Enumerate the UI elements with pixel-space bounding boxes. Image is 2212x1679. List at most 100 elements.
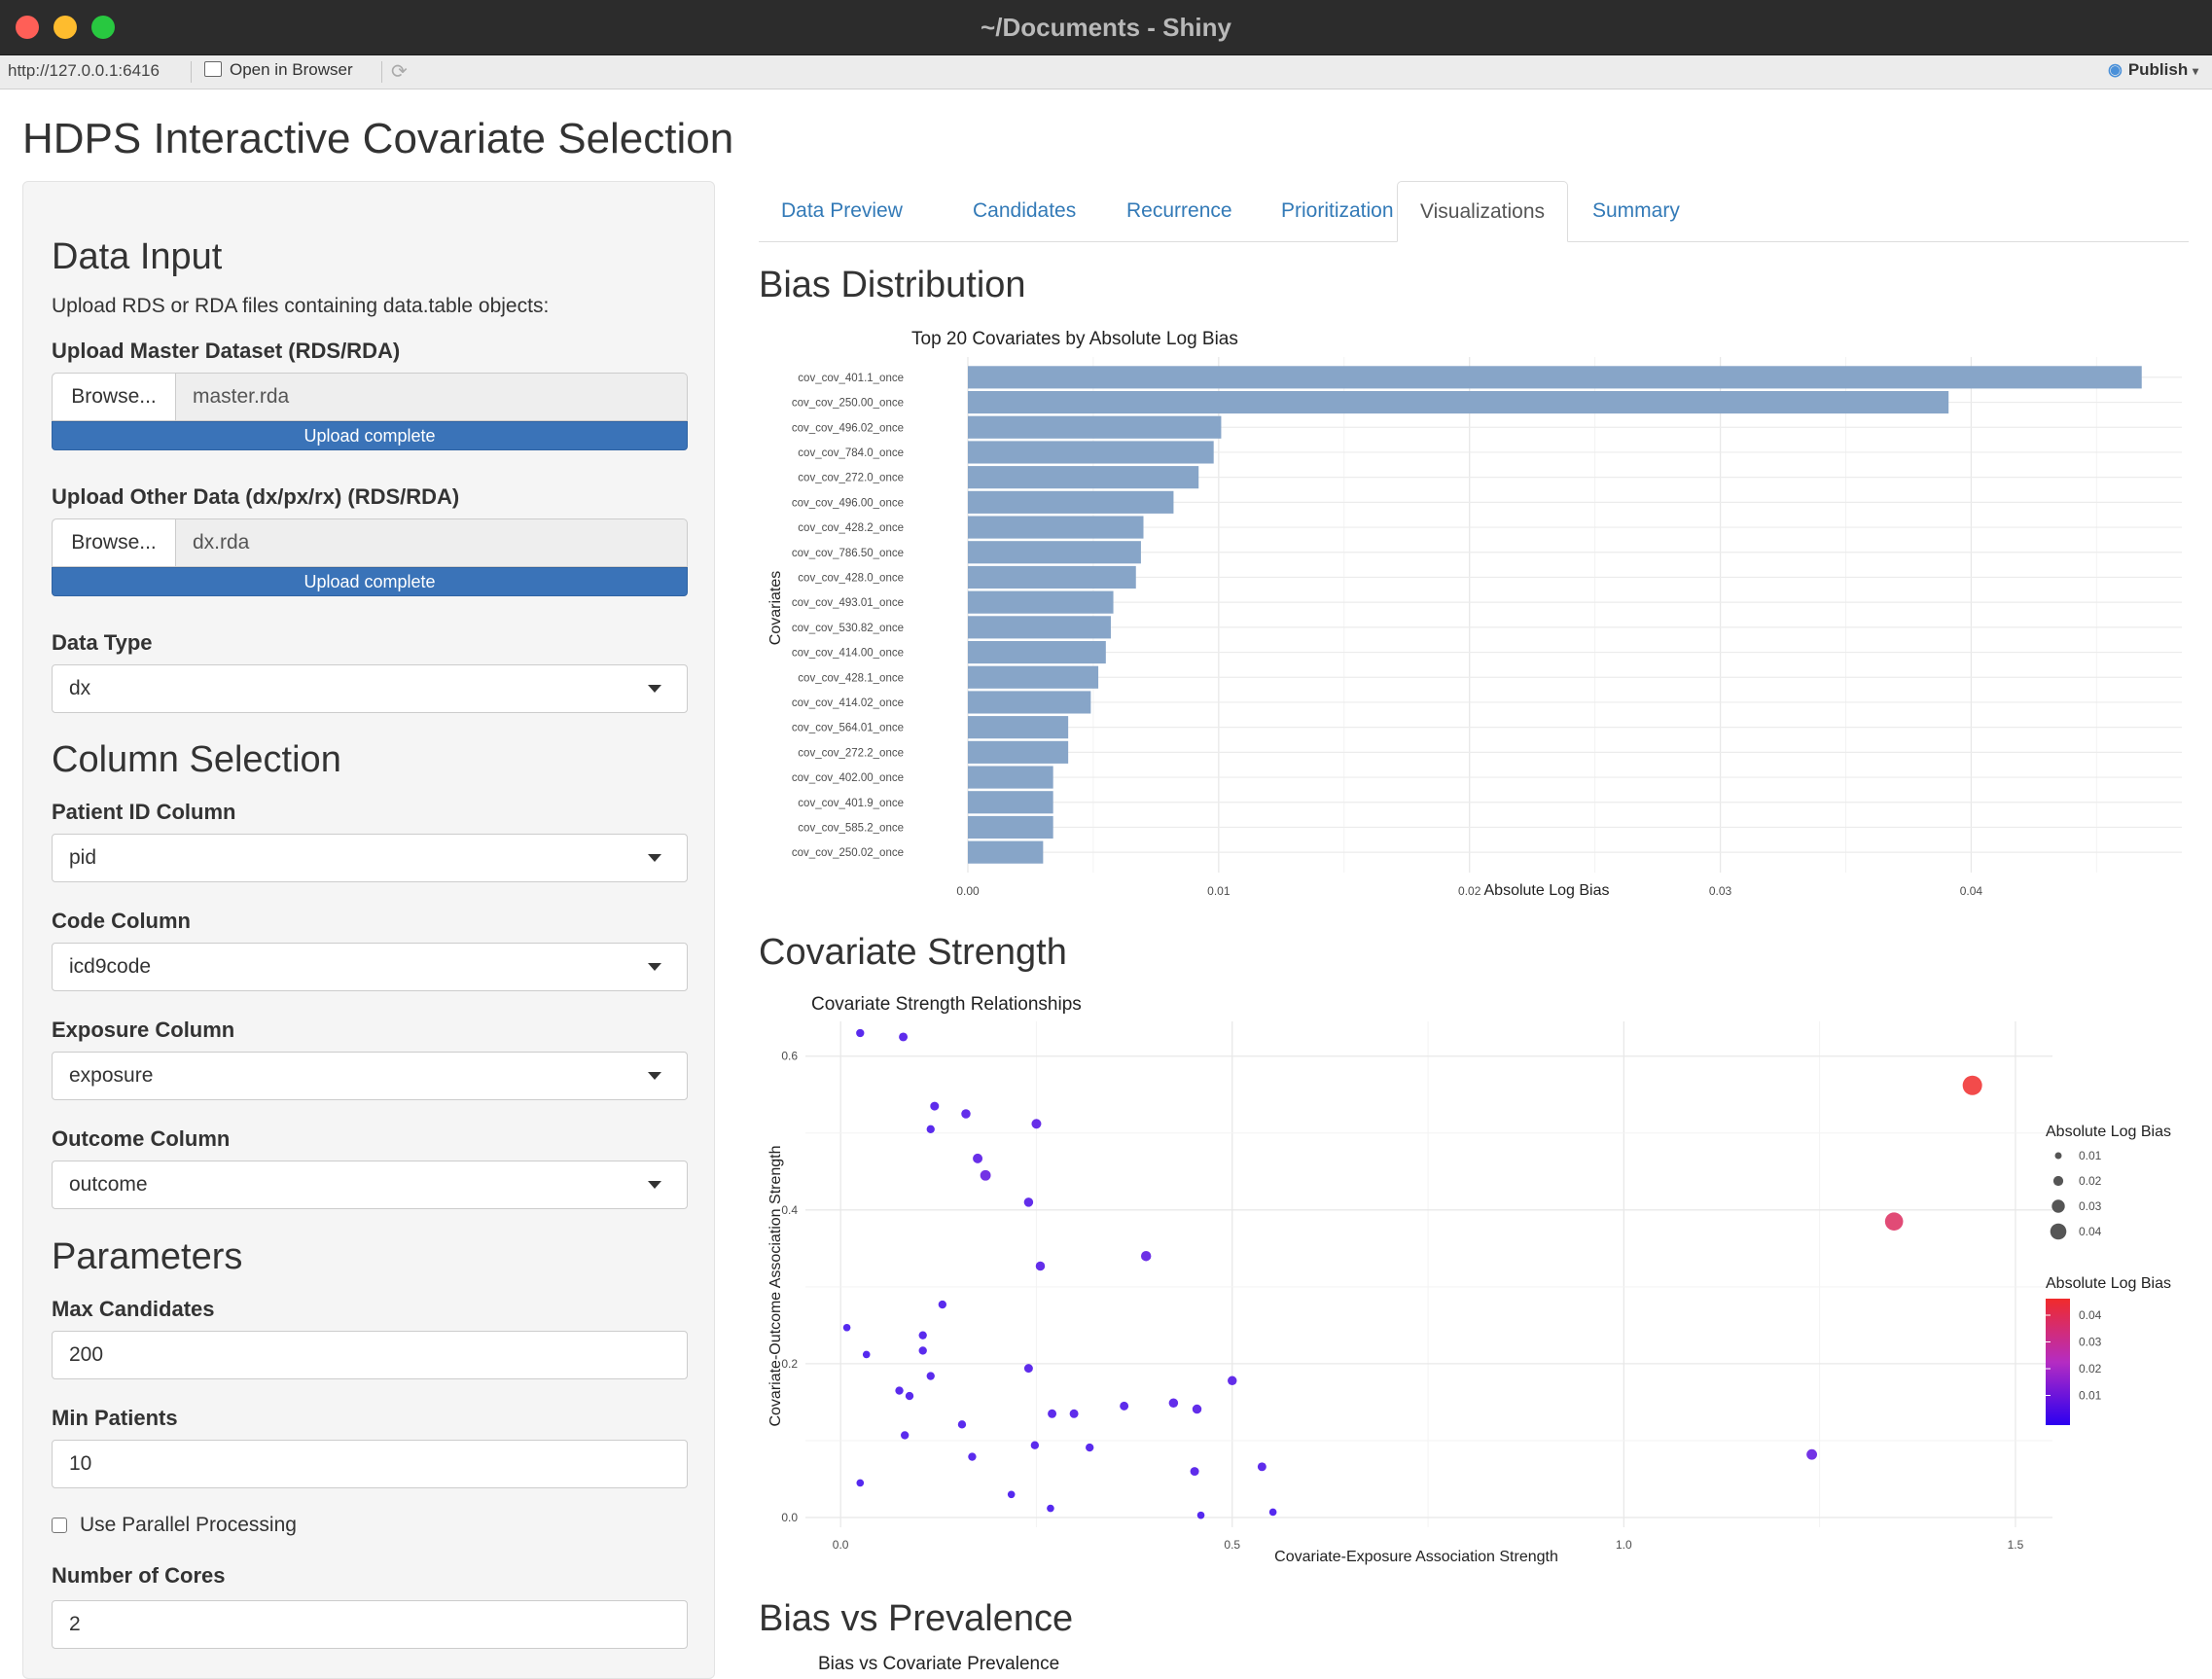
scatter-chart-xlabel: Covariate-Exposure Association Strength bbox=[1274, 1549, 1558, 1565]
tab-summary[interactable]: Summary bbox=[1570, 181, 1702, 241]
code-column-select[interactable]: icd9code bbox=[52, 943, 688, 991]
min-patients-input[interactable]: 10 bbox=[52, 1440, 688, 1488]
scatter-point bbox=[926, 1372, 935, 1380]
scatter-point bbox=[938, 1300, 947, 1309]
tab-visualizations[interactable]: Visualizations bbox=[1397, 181, 1569, 242]
size-legend-title: Absolute Log Bias bbox=[2046, 1124, 2171, 1140]
bar-category-label: cov_cov_401.9_once bbox=[798, 798, 904, 809]
chevron-down-icon bbox=[648, 685, 661, 693]
scatter-point bbox=[1047, 1504, 1054, 1513]
bar-category-label: cov_cov_250.02_once bbox=[792, 847, 904, 859]
parallel-label[interactable]: Use Parallel Processing bbox=[80, 1514, 297, 1537]
scatter-point bbox=[1806, 1448, 1818, 1460]
bar-category-label: cov_cov_250.00_once bbox=[792, 398, 904, 410]
bar-chart-ylabel: Covariates bbox=[767, 571, 784, 645]
scatter-point bbox=[918, 1346, 927, 1355]
color-legend-label: 0.01 bbox=[2079, 1389, 2102, 1403]
bar-chart-title: Top 20 Covariates by Absolute Log Bias bbox=[911, 329, 1238, 349]
tab-candidates[interactable]: Candidates bbox=[950, 181, 1098, 241]
bar bbox=[968, 466, 1199, 489]
bar-x-tick-label: 0.00 bbox=[956, 884, 980, 898]
bias-distribution-heading: Bias Distribution bbox=[759, 265, 1026, 305]
scatter-point bbox=[1884, 1212, 1904, 1231]
scatter-point bbox=[1140, 1251, 1152, 1262]
patient-id-select[interactable]: pid bbox=[52, 834, 688, 882]
scatter-x-tick-label: 0.5 bbox=[1224, 1538, 1240, 1552]
scatter-point bbox=[957, 1420, 967, 1429]
bar-chart-xlabel: Absolute Log Bias bbox=[1484, 882, 1610, 899]
scatter-point bbox=[1023, 1197, 1034, 1207]
chevron-down-icon: ▾ bbox=[2192, 64, 2198, 78]
bar-category-label: cov_cov_414.02_once bbox=[792, 697, 904, 709]
scatter-point bbox=[1048, 1409, 1057, 1418]
publish-label: Publish bbox=[2127, 60, 2189, 79]
master-upload-label: Upload Master Dataset (RDS/RDA) bbox=[52, 339, 401, 363]
scatter-y-tick-label: 0.6 bbox=[781, 1050, 798, 1063]
data-type-select[interactable]: dx bbox=[52, 664, 688, 713]
scatter-point bbox=[1168, 1398, 1179, 1408]
size-legend-key bbox=[2051, 1199, 2065, 1213]
tab-data-preview[interactable]: Data Preview bbox=[759, 181, 925, 241]
outcome-column-select[interactable]: outcome bbox=[52, 1161, 688, 1209]
bar bbox=[968, 415, 1222, 439]
exposure-column-select[interactable]: exposure bbox=[52, 1052, 688, 1100]
bar bbox=[968, 565, 1136, 589]
bar-category-label: cov_cov_428.1_once bbox=[798, 672, 904, 684]
scatter-point bbox=[961, 1109, 971, 1119]
bias-vs-prevalence-heading: Bias vs Prevalence bbox=[759, 1598, 1074, 1639]
bar-category-label: cov_cov_496.00_once bbox=[792, 497, 904, 509]
master-filename[interactable]: master.rda bbox=[193, 374, 289, 420]
chevron-down-icon bbox=[648, 963, 661, 971]
max-candidates-input[interactable]: 200 bbox=[52, 1331, 688, 1379]
parallel-checkbox[interactable] bbox=[52, 1518, 67, 1533]
scatter-point bbox=[1007, 1490, 1016, 1499]
scatter-point bbox=[1031, 1119, 1042, 1129]
bar-category-label: cov_cov_402.00_once bbox=[792, 772, 904, 784]
tab-recurrence[interactable]: Recurrence bbox=[1104, 181, 1255, 241]
bar-category-label: cov_cov_428.0_once bbox=[798, 572, 904, 584]
parameters-heading: Parameters bbox=[52, 1236, 243, 1277]
patient-id-value: pid bbox=[69, 846, 97, 869]
max-candidates-label: Max Candidates bbox=[52, 1297, 215, 1321]
bar-category-label: cov_cov_493.01_once bbox=[792, 597, 904, 609]
bar-category-label: cov_cov_272.0_once bbox=[798, 473, 904, 484]
code-column-label: Code Column bbox=[52, 909, 191, 933]
viewer-toolbar: http://127.0.0.1:6416 Open in Browser ⟳ … bbox=[0, 55, 2212, 89]
bar bbox=[968, 390, 1949, 414]
scatter-x-tick-label: 1.5 bbox=[2008, 1538, 2024, 1552]
data-input-heading: Data Input bbox=[52, 236, 223, 277]
bar bbox=[968, 640, 1106, 664]
toolbar-separator bbox=[381, 61, 382, 83]
cores-input[interactable]: 2 bbox=[52, 1600, 688, 1649]
scatter-chart-title: Covariate Strength Relationships bbox=[811, 994, 1082, 1015]
other-browse-button[interactable]: Browse... bbox=[53, 519, 176, 566]
scatter-point bbox=[930, 1101, 940, 1111]
bar-category-label: cov_cov_401.1_once bbox=[798, 373, 904, 384]
exposure-column-value: exposure bbox=[69, 1064, 154, 1087]
patient-id-label: Patient ID Column bbox=[52, 800, 236, 824]
bar-category-label: cov_cov_428.2_once bbox=[798, 522, 904, 534]
scatter-point bbox=[1228, 1375, 1237, 1386]
bar-category-label: cov_cov_786.50_once bbox=[792, 548, 904, 559]
other-file-input: Browse... dx.rda bbox=[52, 518, 688, 567]
refresh-icon[interactable]: ⟳ bbox=[391, 59, 408, 84]
publish-button[interactable]: ◉ Publish ▾ bbox=[2108, 60, 2198, 80]
scatter-point bbox=[1196, 1511, 1205, 1519]
bar-x-tick-label: 0.01 bbox=[1207, 884, 1231, 898]
other-filename[interactable]: dx.rda bbox=[193, 519, 249, 566]
open-in-browser-button[interactable]: Open in Browser bbox=[204, 60, 353, 80]
bar-x-tick-label: 0.04 bbox=[1960, 884, 1983, 898]
tab-prioritization[interactable]: Prioritization bbox=[1259, 181, 1416, 241]
bar-category-label: cov_cov_496.02_once bbox=[792, 422, 904, 434]
master-browse-button[interactable]: Browse... bbox=[53, 374, 176, 420]
sidebar-panel: Data Input Upload RDS or RDA files conta… bbox=[22, 181, 715, 1679]
bar bbox=[968, 616, 1111, 639]
outcome-column-value: outcome bbox=[69, 1173, 148, 1196]
bar-category-label: cov_cov_784.0_once bbox=[798, 447, 904, 459]
other-upload-progress: Upload complete bbox=[52, 567, 688, 596]
size-legend-label: 0.04 bbox=[2079, 1225, 2102, 1238]
scatter-point bbox=[1257, 1462, 1267, 1472]
bar bbox=[968, 541, 1141, 564]
size-legend-label: 0.02 bbox=[2079, 1174, 2102, 1188]
scatter-point bbox=[1030, 1441, 1040, 1449]
